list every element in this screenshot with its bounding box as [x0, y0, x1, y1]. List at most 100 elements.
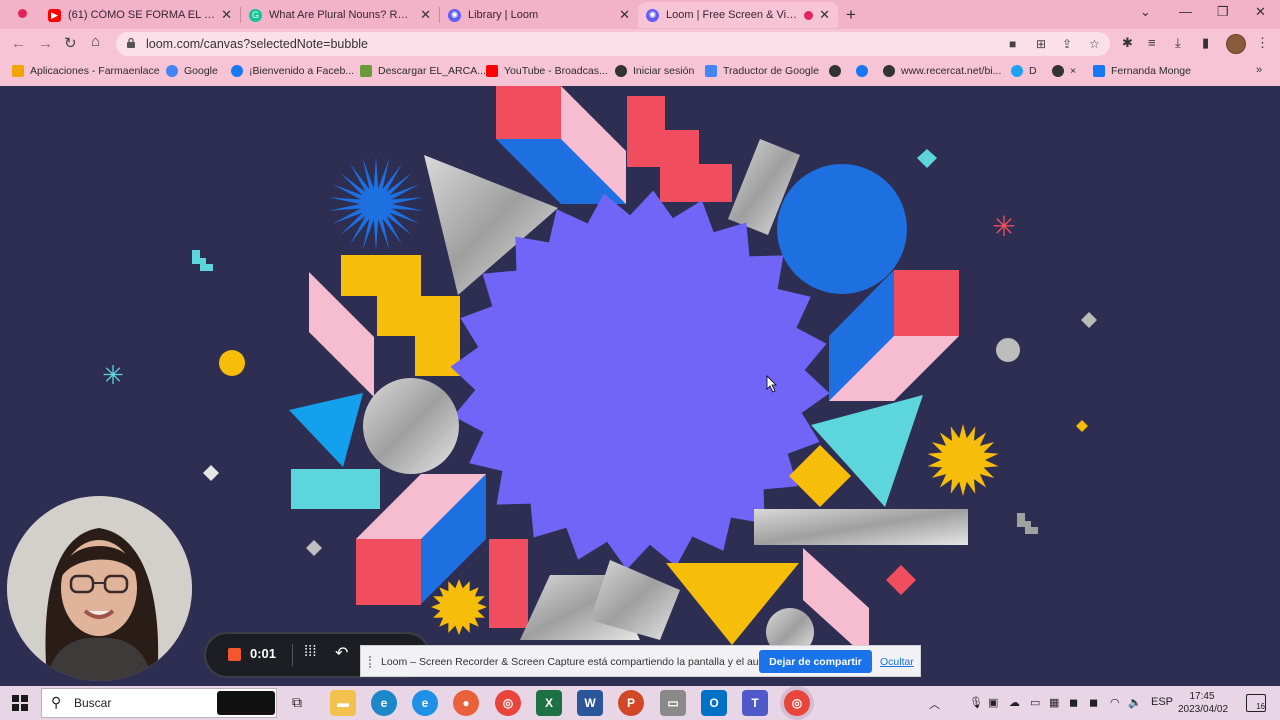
taskbar-clock[interactable]: 17:45 2023/04/02	[1178, 690, 1228, 716]
forward-icon[interactable]: →	[38, 35, 53, 52]
bookmark-item[interactable]: Iniciar sesión	[615, 65, 694, 77]
webcam-bubble[interactable]	[7, 496, 192, 681]
minimize-icon[interactable]: —	[1179, 4, 1192, 19]
close-window-icon[interactable]: ✕	[1255, 4, 1266, 20]
cyan-steps-shape	[192, 250, 213, 271]
bookmark-item[interactable]: Descargar EL_ARCA...	[360, 65, 486, 77]
webcam-person-image	[7, 496, 192, 681]
file-explorer-icon[interactable]: ▬	[330, 690, 356, 716]
new-tab-icon[interactable]: +	[846, 5, 856, 25]
share-message: Loom – Screen Recorder & Screen Capture …	[381, 656, 776, 668]
close-tab-icon[interactable]: ✕	[619, 7, 630, 23]
apps-icon	[12, 65, 24, 77]
red-square-bottom-shape	[356, 539, 421, 605]
red-bar-shape	[489, 539, 528, 628]
close-tab-icon[interactable]: ✕	[420, 7, 431, 23]
bookmark-item[interactable]: D	[1011, 65, 1037, 77]
grey-diamond-shape	[306, 540, 322, 556]
profile-avatar[interactable]	[1226, 34, 1246, 54]
red-stairs-shape	[627, 96, 732, 202]
bookmark-item[interactable]: ×	[1052, 65, 1076, 77]
search-placeholder[interactable]: Buscar	[74, 696, 111, 710]
tab-search-chevron-icon[interactable]: ⌄	[1140, 4, 1151, 20]
tab-grammarly[interactable]: G What Are Plural Nouns? Rules an ✕	[241, 2, 439, 28]
volume-icon[interactable]: 🔈	[1128, 696, 1142, 709]
firefox-icon[interactable]: ●	[453, 690, 479, 716]
battery-icon[interactable]: ▭	[1030, 696, 1040, 709]
extensions-icon[interactable]: ✱	[1122, 35, 1133, 51]
grey-steps-shape	[1017, 513, 1038, 534]
bookmark-item[interactable]: Google	[166, 65, 218, 77]
more-bookmarks-icon[interactable]: »	[1256, 64, 1262, 76]
camera-icon[interactable]: ■	[1009, 37, 1016, 51]
bookmark-item[interactable]: Fernanda Monge	[1093, 65, 1191, 77]
bookmark-item[interactable]	[829, 65, 847, 77]
hide-link[interactable]: Ocultar	[880, 656, 914, 668]
outlook-icon[interactable]: O	[701, 690, 727, 716]
globe-icon	[615, 65, 627, 77]
language-indicator[interactable]: ESP	[1151, 696, 1173, 708]
close-tab-icon[interactable]: ✕	[221, 7, 232, 23]
stop-sharing-button[interactable]: Dejar de compartir	[759, 650, 872, 673]
download-icon[interactable]: ⤓	[1175, 35, 1181, 51]
app-tray-icon[interactable]: ◼	[1069, 696, 1078, 709]
menu-icon[interactable]: ⋮	[1256, 35, 1269, 51]
yellow-dot-shape	[219, 350, 245, 376]
media-control-icon[interactable]: ≡	[1148, 35, 1156, 50]
powerpoint-icon[interactable]: P	[618, 690, 644, 716]
bookmark-item[interactable]: Traductor de Google	[705, 65, 819, 77]
show-hidden-icons-icon[interactable]: ︿	[929, 696, 940, 712]
undo-icon[interactable]: ↶	[335, 643, 348, 663]
network-icon[interactable]: ▦	[1049, 696, 1059, 709]
bookmark-item[interactable]: www.recercat.net/bi...	[883, 65, 1001, 77]
excel-icon[interactable]: X	[536, 690, 562, 716]
pink-parallelogram-shape	[803, 548, 869, 660]
bookmark-star-icon[interactable]: ☆	[1089, 37, 1100, 51]
close-tab-icon[interactable]: ✕	[819, 7, 830, 23]
word-icon[interactable]: W	[577, 690, 603, 716]
bookmark-item[interactable]	[856, 65, 874, 77]
wifi-icon[interactable]: ◠	[1110, 696, 1120, 709]
microphone-icon[interactable]: 🎙	[969, 696, 983, 709]
maximize-icon[interactable]: ❐	[1217, 4, 1229, 20]
windows-start-icon[interactable]	[12, 695, 28, 711]
internet-explorer-icon[interactable]: e	[412, 690, 438, 716]
bookmark-item[interactable]: YouTube - Broadcas...	[486, 65, 608, 77]
search-highlight-image	[217, 691, 275, 715]
tab-loom-active[interactable]: ✺ Loom | Free Screen & Video ✕	[638, 2, 838, 28]
youtube-icon	[486, 65, 498, 77]
share-icon[interactable]: ⇪	[1062, 37, 1072, 51]
grid-icon[interactable]: ⁞⁞⁞	[304, 643, 317, 660]
facebook-icon	[231, 65, 243, 77]
url-text[interactable]: loom.com/canvas?selectedNote=bubble	[146, 37, 368, 51]
drag-handle-icon[interactable]	[369, 656, 374, 668]
grey-dot-shape	[996, 338, 1020, 362]
app-tray-icon[interactable]: ◼	[1089, 696, 1098, 709]
chrome-icon[interactable]: ◎	[784, 690, 810, 716]
notifications-icon[interactable]: 16	[1246, 694, 1266, 712]
google-icon	[166, 65, 178, 77]
stop-recording-button[interactable]	[228, 648, 241, 661]
translate-icon[interactable]: ⊞	[1036, 37, 1046, 51]
bookmark-item[interactable]: Aplicaciones - Farmaenlace	[12, 65, 160, 77]
search-icon: ⚲	[51, 694, 62, 710]
tab-youtube[interactable]: ▶ (61) CÓMO SE FORMA EL PLURAL ✕	[40, 2, 240, 28]
tab-library-loom[interactable]: ✺ Library | Loom ✕	[440, 2, 638, 28]
red-square-shape	[496, 86, 561, 139]
onedrive-icon[interactable]: ☁	[1009, 696, 1020, 709]
white-diamond-shape	[203, 465, 219, 481]
grey-diamond-shape	[1081, 312, 1097, 328]
chrome-icon[interactable]: ◎	[495, 690, 521, 716]
youtube-icon: ▶	[48, 8, 61, 22]
recording-timer: 0:01	[250, 646, 277, 661]
bookmark-item[interactable]: ¡Bienvenido a Faceb...	[231, 65, 354, 77]
task-view-icon[interactable]: ⧉	[292, 694, 302, 711]
meet-now-icon[interactable]: ▣	[988, 696, 998, 709]
file-icon[interactable]: ▭	[660, 690, 686, 716]
back-icon[interactable]: ←	[11, 35, 26, 52]
edge-icon[interactable]: e	[371, 690, 397, 716]
home-icon[interactable]: ⌂	[91, 33, 100, 50]
teams-icon[interactable]: T	[742, 690, 768, 716]
reload-icon[interactable]: ↻	[64, 34, 77, 52]
side-panel-icon[interactable]: ▮	[1202, 35, 1209, 51]
